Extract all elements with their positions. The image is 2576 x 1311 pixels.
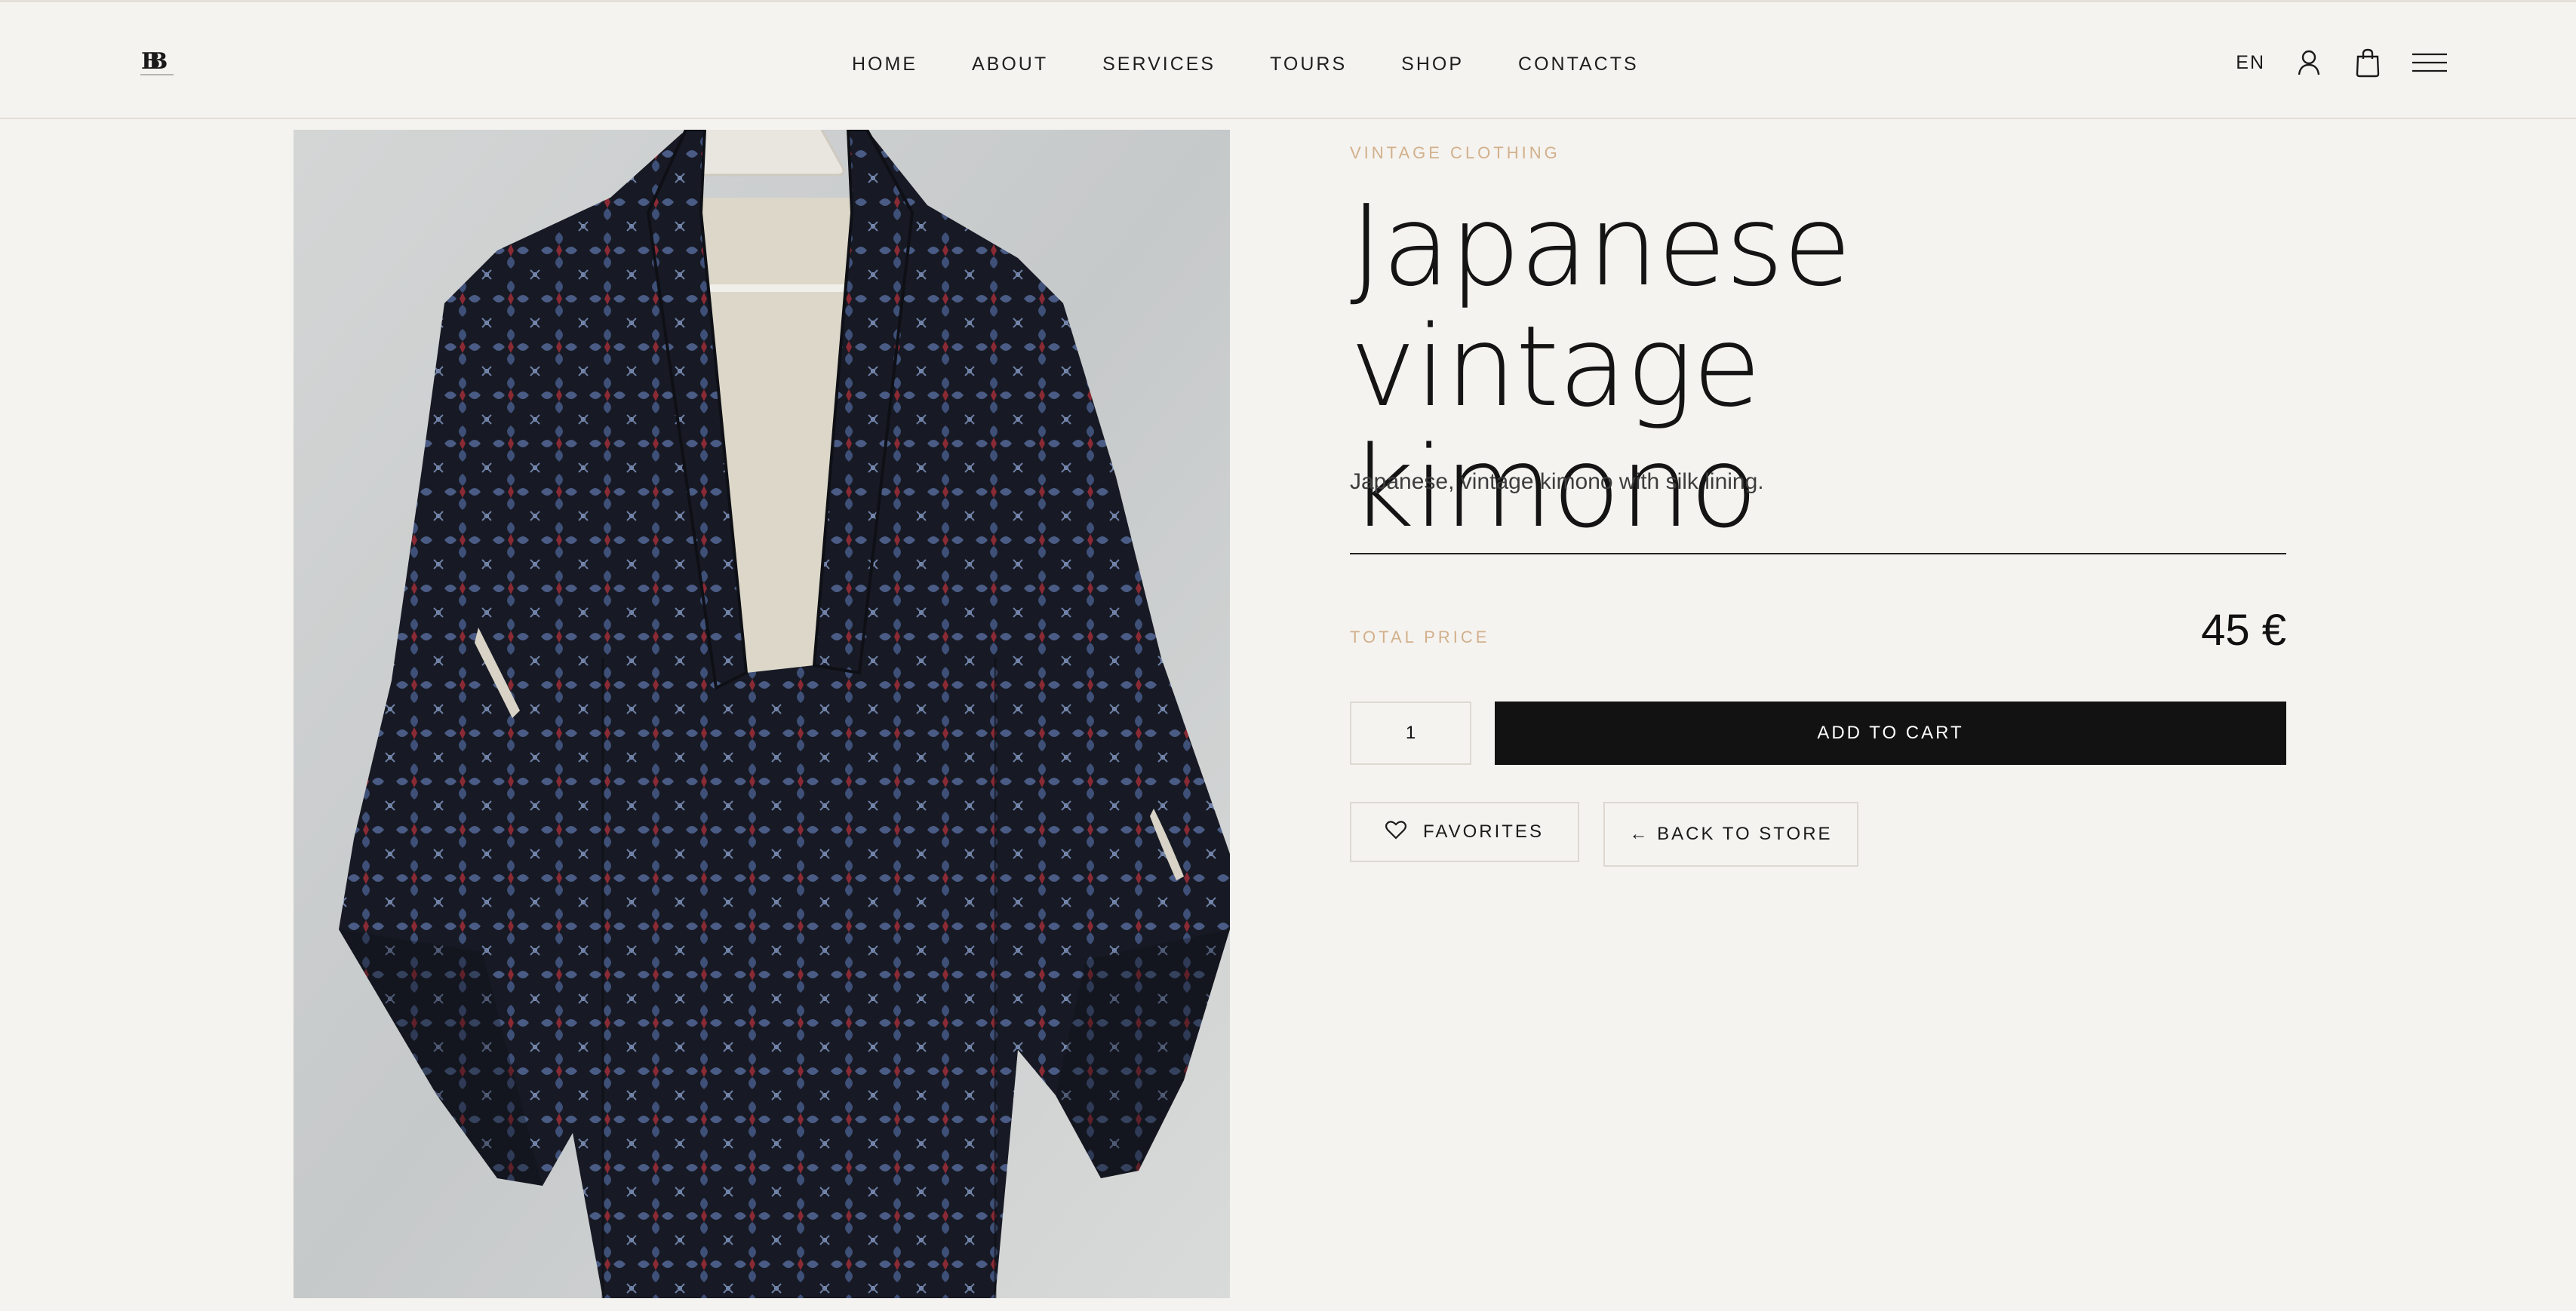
product-details: VINTAGE CLOTHING Japanese vintage kimono… bbox=[1350, 0, 2286, 1311]
add-to-cart-button[interactable]: ADD TO CART bbox=[1495, 702, 2286, 765]
total-price-label: TOTAL PRICE bbox=[1350, 628, 1490, 646]
menu-icon[interactable] bbox=[2412, 46, 2448, 79]
nav-services[interactable]: SERVICES bbox=[1102, 51, 1216, 78]
heart-icon bbox=[1385, 820, 1407, 845]
product-price: 45 € bbox=[2201, 606, 2286, 655]
divider bbox=[1350, 553, 2286, 554]
back-to-store-button[interactable]: ← BACK TO STORE bbox=[1603, 802, 1858, 867]
nav-home[interactable]: HOME bbox=[852, 51, 918, 78]
nav-tours[interactable]: TOURS bbox=[1270, 51, 1347, 78]
product-page: B B HOME ABOUT SERVICES TOURS SHOP CONTA… bbox=[0, 0, 2576, 1311]
product-description: Japanese, vintage kimono with silk linin… bbox=[1350, 469, 1764, 494]
brand-logo[interactable]: B B bbox=[136, 43, 178, 79]
favorites-label: FAVORITES bbox=[1423, 821, 1544, 842]
product-title-line1: Japanese vintage bbox=[1350, 181, 1852, 431]
product-category[interactable]: VINTAGE CLOTHING bbox=[1350, 143, 1560, 163]
user-icon[interactable] bbox=[2294, 46, 2324, 79]
favorites-button[interactable]: FAVORITES bbox=[1350, 802, 1579, 862]
quantity-input[interactable] bbox=[1350, 702, 1471, 765]
product-image[interactable] bbox=[294, 130, 1230, 1298]
shopping-bag-icon[interactable] bbox=[2353, 46, 2383, 79]
svg-text:B: B bbox=[149, 48, 168, 75]
nav-about[interactable]: ABOUT bbox=[972, 51, 1048, 78]
